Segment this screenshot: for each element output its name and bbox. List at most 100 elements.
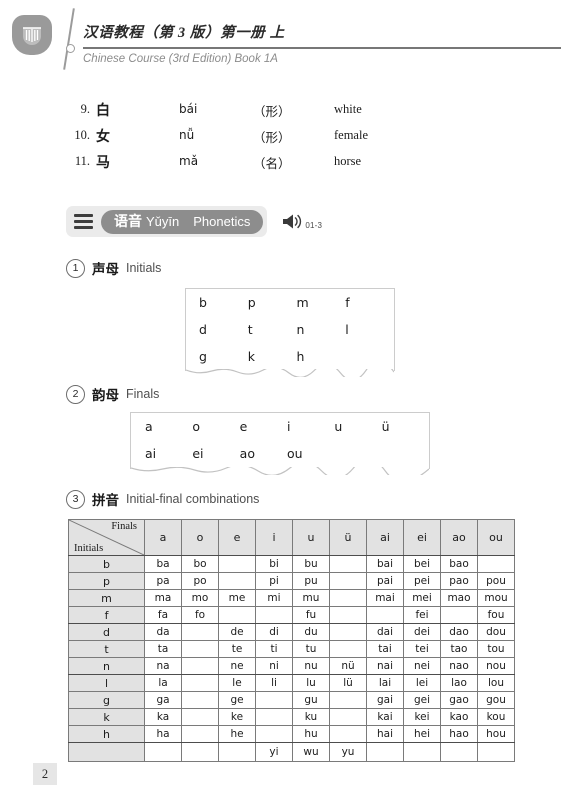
column-header-o: o bbox=[181, 519, 219, 556]
combo-cell: dou bbox=[477, 623, 515, 641]
banner-shell: 语音 Yǔyīn Phonetics bbox=[66, 206, 268, 237]
combo-cell: nai bbox=[366, 657, 404, 675]
combo-cell: hao bbox=[440, 725, 478, 743]
combo-cell: du bbox=[292, 623, 330, 641]
combo-cell: li bbox=[255, 674, 293, 692]
combo-cell bbox=[181, 623, 219, 641]
initial-letter: d bbox=[199, 322, 207, 337]
vocabulary-list: 9. 白 bái （形） white 10. 女 nǚ （形） female 1… bbox=[62, 98, 482, 176]
column-header-e: e bbox=[218, 519, 256, 556]
table-row: h ha he hu hai hei hao hou bbox=[68, 725, 515, 743]
combo-cell: fei bbox=[403, 606, 441, 624]
combo-cell: dao bbox=[440, 623, 478, 641]
combo-cell bbox=[366, 606, 404, 624]
combo-cell: nü bbox=[329, 657, 367, 675]
table-row: k ka ke ku kai kei kao kou bbox=[68, 708, 515, 726]
row-header-f: f bbox=[68, 606, 145, 624]
table-row: b ba bo bi bu bai bei bao bbox=[68, 555, 515, 573]
hamburger-icon[interactable] bbox=[74, 214, 93, 229]
vocabulary-english: female bbox=[334, 128, 369, 142]
combo-cell bbox=[440, 606, 478, 624]
final-letter: u bbox=[334, 419, 343, 434]
combo-cell: lao bbox=[440, 674, 478, 692]
subsection-pinyin: 3 拼音 Initial-final combinations bbox=[66, 488, 259, 510]
column-header-v: ü bbox=[329, 519, 367, 556]
final-letter: i bbox=[286, 419, 291, 434]
row-header-t: t bbox=[68, 640, 145, 658]
table-row: g ga ge gu gai gei gao gou bbox=[68, 691, 515, 709]
combo-cell bbox=[255, 708, 293, 726]
combo-cell: pa bbox=[144, 572, 182, 590]
vocabulary-pos: （名） bbox=[253, 157, 291, 171]
table-header-row: Finals Initials a o e i u ü ai ei ao ou bbox=[68, 519, 515, 556]
audio-cue[interactable]: 01-3 bbox=[281, 212, 322, 231]
combo-cell: da bbox=[144, 623, 182, 641]
vocabulary-number: 10. bbox=[74, 128, 90, 142]
combo-cell: yi bbox=[255, 742, 293, 762]
combo-cell: pai bbox=[366, 572, 404, 590]
combo-cell: te bbox=[218, 640, 256, 658]
finals-row: a o e i u ü bbox=[131, 413, 429, 440]
combo-cell bbox=[181, 708, 219, 726]
combo-cell: ni bbox=[255, 657, 293, 675]
combo-cell bbox=[181, 674, 219, 692]
row-header-g: g bbox=[68, 691, 145, 709]
final-letter: ü bbox=[381, 419, 390, 434]
page-number: 2 bbox=[33, 763, 57, 785]
column-header-ou: ou bbox=[477, 519, 515, 556]
combo-cell: mai bbox=[366, 589, 404, 607]
combo-cell: fa bbox=[144, 606, 182, 624]
combo-cell: kao bbox=[440, 708, 478, 726]
final-letter: ai bbox=[145, 446, 157, 461]
row-header-h: h bbox=[68, 725, 145, 743]
combo-cell: ga bbox=[144, 691, 182, 709]
combo-cell bbox=[181, 691, 219, 709]
vocabulary-row: 11. 马 mǎ （名） horse bbox=[62, 150, 482, 176]
initial-letter: p bbox=[247, 295, 256, 310]
combo-cell: tou bbox=[477, 640, 515, 658]
section-title-cn: 语音 bbox=[114, 213, 142, 230]
initial-letter: l bbox=[345, 322, 349, 337]
speaker-icon[interactable] bbox=[281, 212, 303, 231]
combo-cell: gao bbox=[440, 691, 478, 709]
combo-cell: fou bbox=[477, 606, 515, 624]
initial-letter: h bbox=[296, 349, 305, 364]
column-header-u: u bbox=[292, 519, 330, 556]
header-slant-rule bbox=[63, 8, 75, 70]
combo-cell: pu bbox=[292, 572, 330, 590]
combo-cell: kei bbox=[403, 708, 441, 726]
combo-cell: di bbox=[255, 623, 293, 641]
combo-cell: gai bbox=[366, 691, 404, 709]
initial-letter: m bbox=[296, 295, 309, 310]
table-row: l la le li lu lü lai lei lao lou bbox=[68, 674, 515, 692]
combo-cell bbox=[477, 742, 515, 762]
combo-cell bbox=[144, 742, 182, 762]
row-header-d: d bbox=[68, 623, 145, 641]
final-letter: ei bbox=[192, 446, 204, 461]
row-header-p: p bbox=[68, 572, 145, 590]
combo-cell: tai bbox=[366, 640, 404, 658]
combo-cell: nu bbox=[292, 657, 330, 675]
row-header-l: l bbox=[68, 674, 145, 692]
table-row: m ma mo me mi mu mai mei mao mou bbox=[68, 589, 515, 607]
combo-cell: gei bbox=[403, 691, 441, 709]
initial-letter: f bbox=[345, 295, 350, 310]
combo-cell bbox=[218, 742, 256, 762]
combo-cell bbox=[255, 606, 293, 624]
table-row: d da de di du dai dei dao dou bbox=[68, 623, 515, 641]
table-row-zero-initial: yi wu yu bbox=[68, 742, 515, 762]
combo-cell: lei bbox=[403, 674, 441, 692]
combo-cell: bu bbox=[292, 555, 330, 573]
column-header-a: a bbox=[144, 519, 182, 556]
combo-cell: de bbox=[218, 623, 256, 641]
combo-cell bbox=[329, 691, 367, 709]
table-row: f fa fo fu fei fou bbox=[68, 606, 515, 624]
vocabulary-number: 11. bbox=[74, 154, 90, 168]
combo-cell: nao bbox=[440, 657, 478, 675]
combo-cell: hou bbox=[477, 725, 515, 743]
combo-cell: hei bbox=[403, 725, 441, 743]
final-letter: ou bbox=[286, 446, 303, 461]
combo-cell: pei bbox=[403, 572, 441, 590]
initials-row: g k h bbox=[186, 343, 394, 370]
corner-label-finals: Finals bbox=[111, 521, 137, 532]
